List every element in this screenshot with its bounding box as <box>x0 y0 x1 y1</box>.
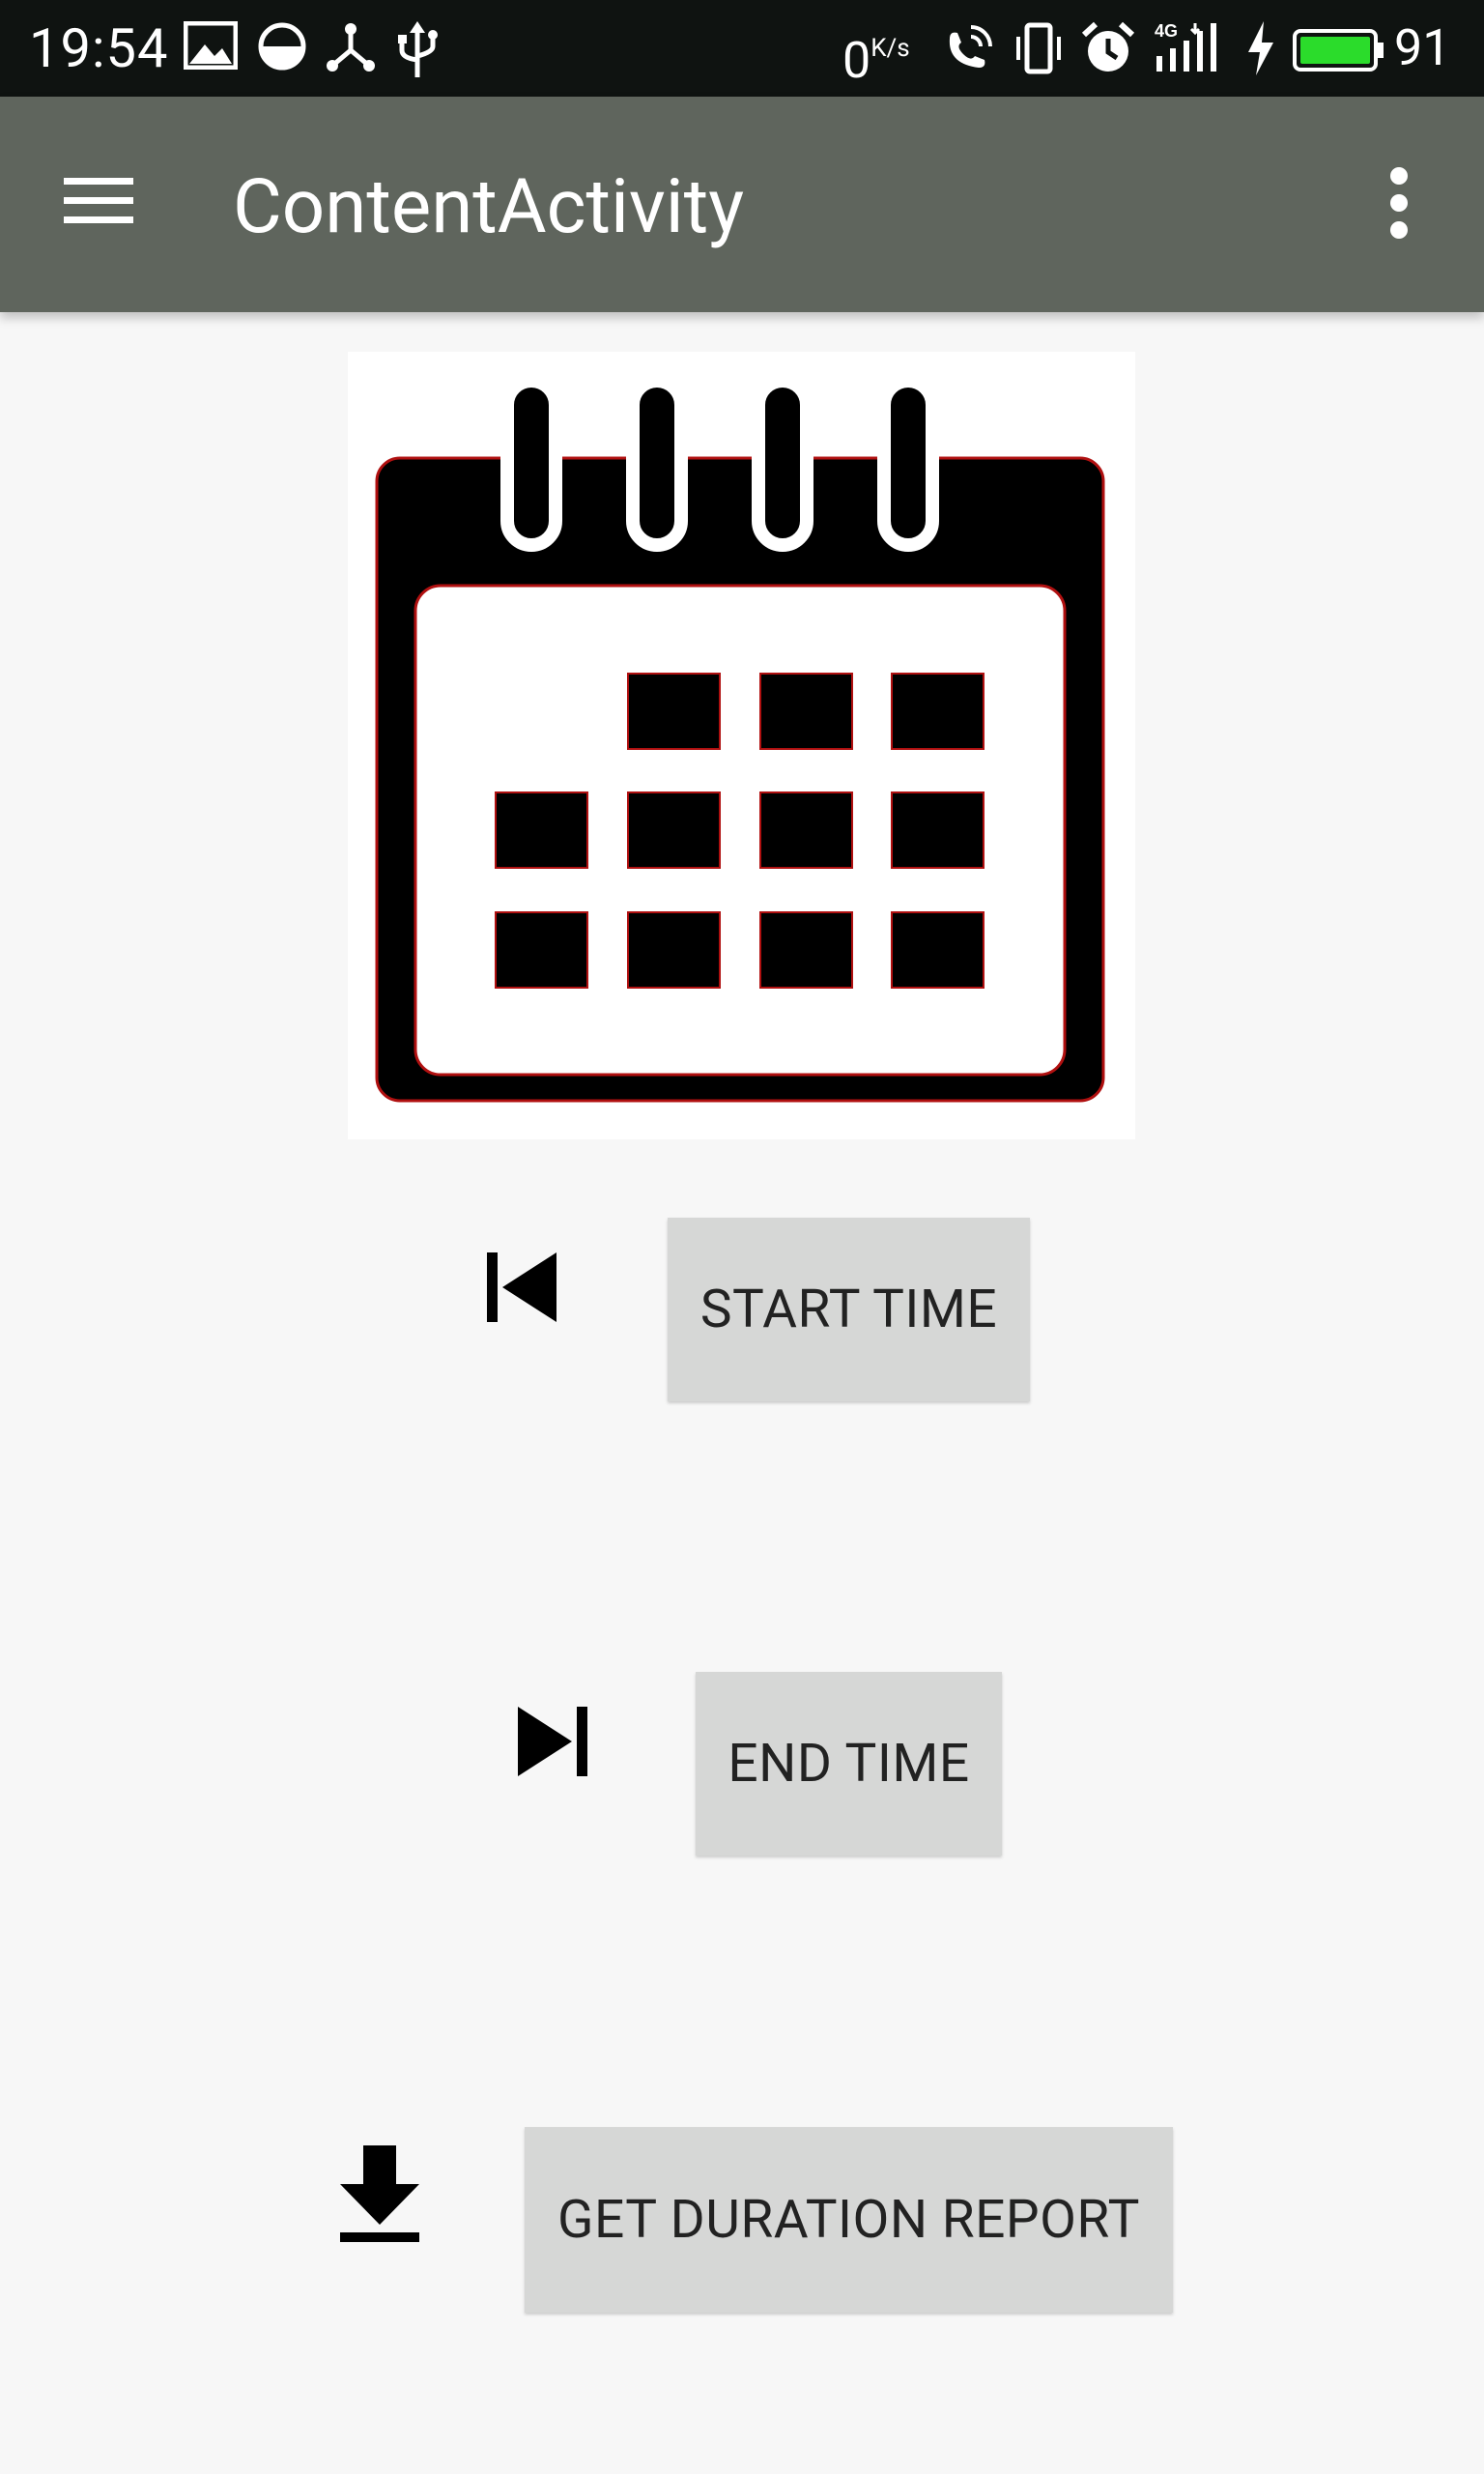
speed-unit: K/s <box>870 34 910 63</box>
calendar-image <box>348 352 1135 1139</box>
signal-4g-icon: 4G <box>1153 21 1224 79</box>
speed-value: 0 <box>842 31 871 90</box>
wifi-call-icon <box>942 21 996 79</box>
overflow-menu-button[interactable] <box>1362 164 1440 251</box>
status-time: 19:54 <box>29 16 169 80</box>
start-time-button[interactable]: START TIME <box>668 1218 1030 1401</box>
battery-icon <box>1293 29 1385 75</box>
download-icon <box>336 2143 423 2248</box>
calendar-icon <box>375 374 1105 1103</box>
app-bar: ContentActivity <box>0 97 1484 312</box>
usb-icon <box>396 21 439 83</box>
image-icon <box>183 20 239 73</box>
svg-text:4G: 4G <box>1155 21 1178 41</box>
share-node-icon <box>325 21 377 77</box>
network-speed: 0K/s <box>842 17 910 92</box>
alarm-icon <box>1081 21 1135 79</box>
get-duration-report-button[interactable]: GET DURATION REPORT <box>525 2127 1173 2313</box>
battery-level: 91 <box>1394 18 1451 77</box>
page-title: ContentActivity <box>233 163 745 251</box>
skip-previous-icon <box>483 1249 560 1330</box>
hamburger-menu-icon <box>64 178 133 223</box>
data-saver-icon <box>257 21 307 75</box>
more-vert-icon <box>1390 167 1408 239</box>
status-bar: 19:54 0K/s 4G 91 <box>0 0 1484 97</box>
navigation-menu-button[interactable] <box>60 166 157 244</box>
vibrate-icon <box>1014 21 1063 79</box>
end-time-button[interactable]: END TIME <box>696 1672 1002 1856</box>
skip-next-icon <box>514 1703 591 1784</box>
charging-icon <box>1246 21 1275 79</box>
